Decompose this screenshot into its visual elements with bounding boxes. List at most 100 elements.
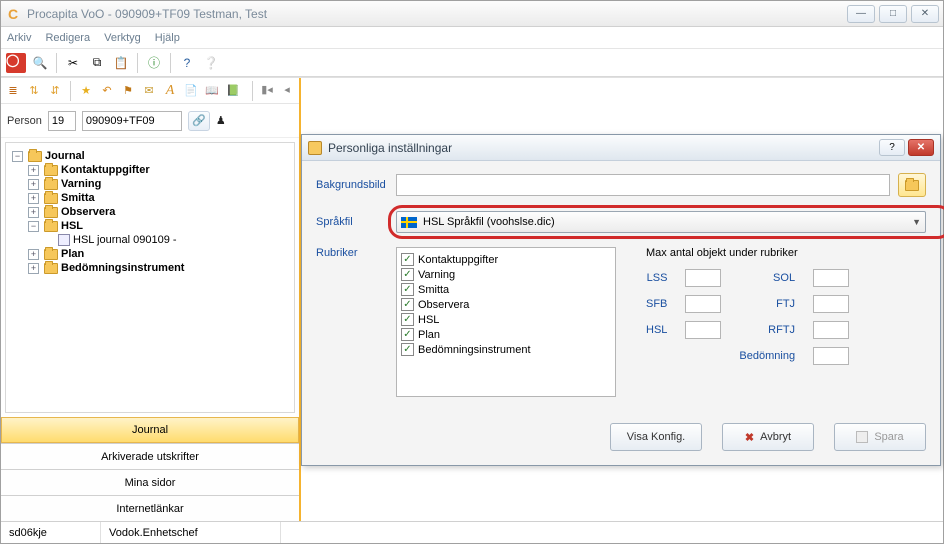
menu-verktyg[interactable]: Verktyg — [104, 32, 141, 44]
tree-item[interactable]: HSL — [61, 220, 83, 232]
checkbox[interactable]: ✓ — [401, 268, 414, 281]
max-rftj-input[interactable] — [813, 321, 849, 339]
rubrik-item[interactable]: Smitta — [418, 284, 449, 296]
max-hsl-label: HSL — [646, 324, 667, 336]
max-lss-input[interactable] — [685, 269, 721, 287]
sort-icon[interactable]: ⇅ — [25, 82, 43, 100]
star-icon[interactable]: ★ — [77, 82, 95, 100]
paste-icon[interactable]: 📋 — [110, 52, 132, 74]
document-icon — [58, 234, 70, 246]
bakgrund-input[interactable] — [396, 174, 890, 196]
tab-journal[interactable]: Journal — [1, 417, 299, 443]
visa-konfig-button[interactable]: Visa Konfig. — [610, 423, 702, 451]
main-window: C Procapita VoO - 090909+TF09 Testman, T… — [0, 0, 944, 544]
tree-item[interactable]: Bedömningsinstrument — [61, 262, 184, 274]
checkbox[interactable]: ✓ — [401, 298, 414, 311]
rubrik-item[interactable]: Varning — [418, 269, 455, 281]
checkbox[interactable]: ✓ — [401, 253, 414, 266]
expand-toggle[interactable]: − — [12, 151, 23, 162]
tree-item[interactable]: Observera — [61, 206, 115, 218]
menu-redigera[interactable]: Redigera — [45, 32, 90, 44]
expand-toggle[interactable]: + — [28, 249, 39, 260]
tree-item[interactable]: Plan — [61, 248, 84, 260]
sprakfil-combobox[interactable]: HSL Språkfil (voohslse.dic) ▼ — [396, 211, 926, 233]
checkbox[interactable]: ✓ — [401, 283, 414, 296]
tree-subitem[interactable]: HSL journal 090109 - — [73, 234, 177, 246]
book-icon[interactable]: 📖 — [203, 82, 221, 100]
expand-toggle[interactable]: − — [28, 221, 39, 232]
max-objects-block: Max antal objekt under rubriker LSS SOL … — [646, 247, 849, 365]
help-icon[interactable]: ? — [176, 52, 198, 74]
undo-icon[interactable]: ↶ — [98, 82, 116, 100]
max-sol-input[interactable] — [813, 269, 849, 287]
checkbox[interactable]: ✓ — [401, 328, 414, 341]
rubrik-item[interactable]: Plan — [418, 329, 440, 341]
minimize-button[interactable]: — — [847, 5, 875, 23]
main-toolbar: ◯ 🔍 ✂ ⧉ 📋 ⓘ ? ❔ — [1, 49, 943, 77]
folder-icon — [44, 221, 58, 232]
person-pnr-input[interactable] — [82, 111, 182, 131]
flag-icon[interactable]: ⚑ — [119, 82, 137, 100]
expand-toggle[interactable]: + — [28, 263, 39, 274]
bottom-tabs: Journal Arkiverade utskrifter Mina sidor… — [1, 417, 299, 521]
status-role: Vodok.Enhetschef — [101, 522, 281, 543]
dialog-help-button[interactable]: ? — [879, 139, 905, 156]
max-ftj-input[interactable] — [813, 295, 849, 313]
font-icon[interactable]: A — [161, 82, 179, 100]
person-id-input[interactable] — [48, 111, 76, 131]
expand-toggle[interactable]: + — [28, 193, 39, 204]
list-icon[interactable]: ≣ — [4, 82, 22, 100]
tab-arkiverade[interactable]: Arkiverade utskrifter — [1, 443, 299, 469]
left-toolbar: ≣ ⇅ ⇵ ★ ↶ ⚑ ✉ A 📄 📖 📗 ▮◂ ◂ — [1, 78, 299, 104]
copy-icon[interactable]: ⧉ — [86, 52, 108, 74]
nav-first-icon[interactable]: ▮◂ — [258, 81, 276, 99]
tree-item[interactable]: Kontaktuppgifter — [61, 164, 150, 176]
sprakfil-value: HSL Språkfil (voohslse.dic) — [423, 216, 555, 228]
tab-mina-sidor[interactable]: Mina sidor — [1, 469, 299, 495]
avbryt-button[interactable]: ✖Avbryt — [722, 423, 814, 451]
tree-item[interactable]: Varning — [61, 178, 101, 190]
rubrik-item[interactable]: Bedömningsinstrument — [418, 344, 531, 356]
window-controls: — □ ✕ — [847, 5, 939, 23]
info-icon[interactable]: ⓘ — [143, 52, 165, 74]
stop-icon[interactable]: ◯ — [5, 52, 27, 74]
dialog-close-button[interactable]: ✕ — [908, 139, 934, 156]
expand-toggle[interactable]: + — [28, 207, 39, 218]
link-icon[interactable]: 🔗 — [188, 111, 210, 131]
rubriker-listbox[interactable]: ✓ Kontaktuppgifter ✓ Varning ✓ Smitta ✓ Obse… — [396, 247, 616, 397]
checkbox[interactable]: ✓ — [401, 343, 414, 356]
spara-button[interactable]: Spara — [834, 423, 926, 451]
journal-tree[interactable]: − Journal + Kontaktuppgifter + Varning + Smi… — [5, 142, 295, 413]
rubrik-item[interactable]: Observera — [418, 299, 469, 311]
menu-hjalp[interactable]: Hjälp — [155, 32, 180, 44]
dialog-button-row: Visa Konfig. ✖Avbryt Spara — [302, 409, 940, 465]
tree-item[interactable]: Smitta — [61, 192, 95, 204]
titlebar: C Procapita VoO - 090909+TF09 Testman, T… — [1, 1, 943, 27]
cut-icon[interactable]: ✂ — [62, 52, 84, 74]
filter-icon[interactable]: ⇵ — [46, 82, 64, 100]
expand-toggle[interactable]: + — [28, 165, 39, 176]
max-title: Max antal objekt under rubriker — [646, 247, 849, 259]
whatsthis-icon[interactable]: ❔ — [200, 52, 222, 74]
menu-arkiv[interactable]: Arkiv — [7, 32, 31, 44]
browse-folder-button[interactable] — [898, 173, 926, 197]
max-bedomning-input[interactable] — [813, 347, 849, 365]
tree-root[interactable]: Journal — [45, 150, 85, 162]
note-icon[interactable]: 📄 — [182, 82, 200, 100]
rubrik-item[interactable]: Kontaktuppgifter — [418, 254, 498, 266]
folder-icon — [44, 249, 58, 260]
binoculars-icon[interactable]: 🔍 — [29, 52, 51, 74]
bakgrund-label: Bakgrundsbild — [316, 179, 396, 191]
tab-internetlankar[interactable]: Internetlänkar — [1, 495, 299, 521]
mail-icon[interactable]: ✉ — [140, 82, 158, 100]
expand-toggle[interactable]: + — [28, 179, 39, 190]
checkbox[interactable]: ✓ — [401, 313, 414, 326]
left-pane: ≣ ⇅ ⇵ ★ ↶ ⚑ ✉ A 📄 📖 📗 ▮◂ ◂ Person — [1, 78, 301, 521]
book2-icon[interactable]: 📗 — [224, 82, 242, 100]
maximize-button[interactable]: □ — [879, 5, 907, 23]
max-hsl-input[interactable] — [685, 321, 721, 339]
nav-prev-icon[interactable]: ◂ — [278, 81, 296, 99]
rubrik-item[interactable]: HSL — [418, 314, 439, 326]
max-sfb-input[interactable] — [685, 295, 721, 313]
close-button[interactable]: ✕ — [911, 5, 939, 23]
